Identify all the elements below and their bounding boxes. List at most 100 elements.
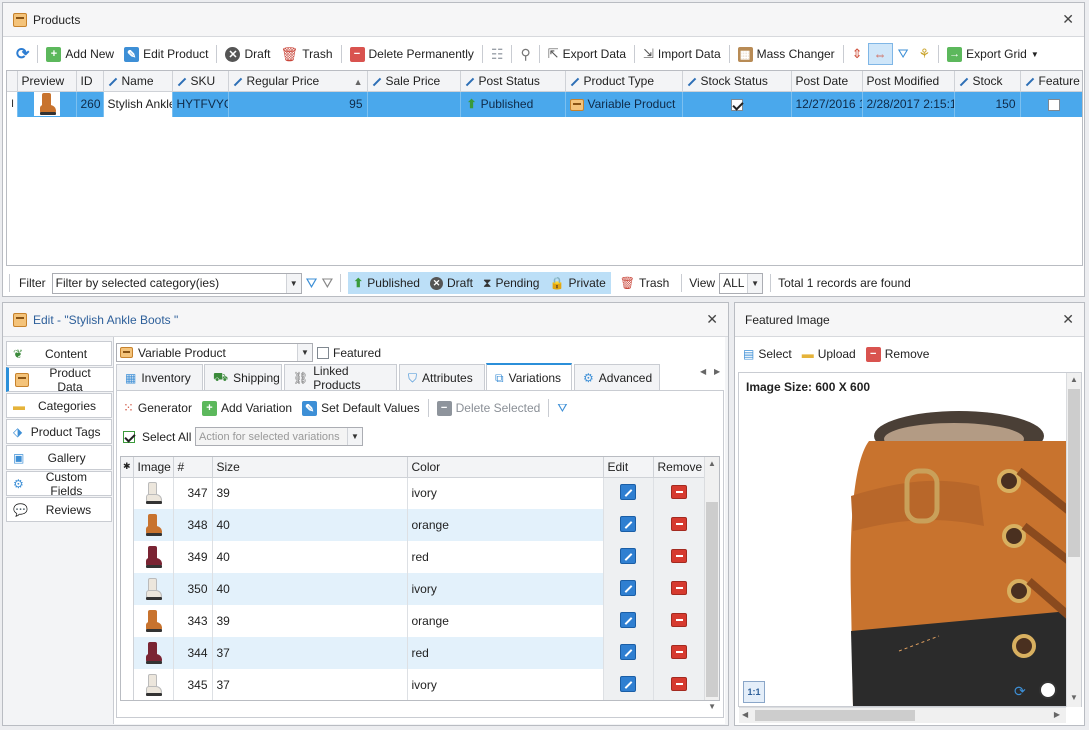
add-variation-button[interactable]: + Add Variation [197,397,297,419]
draft-button[interactable]: ✕ Draft [220,43,275,65]
columns-button[interactable]: ☷ [486,43,509,65]
remove-button[interactable] [671,644,687,659]
rotate-icon[interactable]: ⟳ [1014,683,1026,700]
regular-price-cell[interactable]: 95 [228,91,368,117]
filter-add-icon[interactable]: ⛛ [306,275,318,292]
edit-button[interactable] [620,515,636,532]
variation-color-cell[interactable]: ivory [407,573,604,605]
col-name[interactable]: Name [103,71,173,92]
featured-checkbox[interactable] [317,347,329,359]
sku-cell[interactable]: HYTFVYGB [172,91,229,117]
filter-button[interactable]: ⛛ [893,43,914,65]
remove-button[interactable] [671,516,687,531]
table-row[interactable]: 348 40 orange [121,509,706,541]
col-post-status[interactable]: Post Status [460,71,566,92]
side-tab-content[interactable]: ❦ Content [6,341,112,366]
stock-status-cell[interactable] [682,91,792,117]
variation-image-cell[interactable] [133,541,174,573]
view-select[interactable]: ALL ▼ [719,272,764,294]
name-cell[interactable]: Stylish Ankle I [103,91,173,117]
tab-advanced[interactable]: ⚙ Advanced [574,364,660,391]
edit-button[interactable] [620,611,636,628]
image-hscroll-thumb[interactable] [755,710,915,721]
col-number[interactable]: # [173,457,213,478]
refresh-button[interactable]: ⟳ [11,43,34,65]
import-data-button[interactable]: ⇲ Import Data [638,43,726,65]
trash-button[interactable]: 🗑 Trash [276,43,338,65]
table-row[interactable]: 350 40 ivory [121,573,706,605]
remove-image-button[interactable]: − Remove [861,343,935,365]
variation-color-cell[interactable]: red [407,637,604,669]
tab-attributes[interactable]: ⛉ Attributes [399,364,485,391]
preview-cell[interactable] [17,91,77,117]
remove-button[interactable] [671,676,687,691]
post-modified-cell[interactable]: 2/28/2017 2:15:1 [862,91,955,117]
variation-color-cell[interactable]: orange [407,605,604,637]
tab-scroll-left-icon[interactable]: ◀ [700,367,706,376]
edit-button[interactable] [620,547,636,564]
fit-width-button[interactable]: ⇔ [867,43,893,65]
variation-id-cell[interactable]: 344 [173,637,213,669]
table-row[interactable]: I 260 Stylish Ankle I HYTFVYGB 95 ⬆Publi… [7,91,1082,117]
remove-button[interactable] [671,484,687,499]
edit-button[interactable] [620,675,636,692]
col-stock-status[interactable]: Stock Status [682,71,792,92]
remove-button[interactable] [671,580,687,595]
col-featured[interactable]: Feature [1020,71,1082,92]
col-product-type[interactable]: Product Type [565,71,683,92]
variation-size-cell[interactable]: 39 [212,477,408,509]
post-status-cell[interactable]: ⬆ Published [460,91,566,117]
side-tab-gallery[interactable]: ▣ Gallery [6,445,112,470]
fit-height-button[interactable]: ⇕ [847,43,868,65]
delete-selected-button[interactable]: − Delete Selected [432,397,546,419]
scroll-up-icon[interactable]: ▲ [1070,375,1078,384]
tab-variations[interactable]: ⧉ Variations [486,363,572,391]
col-stock[interactable]: Stock [954,71,1021,92]
variation-color-cell[interactable]: ivory [407,477,604,509]
featured-image-close-icon[interactable]: ✕ [1062,312,1074,326]
scroll-right-icon[interactable]: ▶ [1054,710,1060,719]
tree-button[interactable]: ⚘ [914,43,936,65]
edit-button[interactable] [620,579,636,596]
edit-button[interactable] [620,483,636,500]
col-edit[interactable]: Edit [603,457,654,478]
tab-shipping[interactable]: ⛟ Shipping [204,364,282,391]
mass-changer-button[interactable]: ▦ Mass Changer [733,43,840,65]
side-tab-categories[interactable]: ▬ Categories [6,393,112,418]
variation-image-cell[interactable] [133,605,174,637]
col-size[interactable]: Size [212,457,408,478]
image-hscroll[interactable]: ◀ ▶ [739,707,1066,723]
filter-clear-icon[interactable]: ⛛ [321,275,333,292]
scroll-down-icon[interactable]: ▼ [708,702,716,711]
variation-color-cell[interactable]: ivory [407,669,604,700]
variations-scroll-thumb[interactable] [706,502,718,697]
variation-id-cell[interactable]: 345 [173,669,213,700]
variation-size-cell[interactable]: 40 [212,541,408,573]
col-image[interactable]: Image [133,457,174,478]
variation-id-cell[interactable]: 343 [173,605,213,637]
variation-size-cell[interactable]: 37 [212,669,408,700]
col-remove[interactable]: Remove [653,457,706,478]
id-cell[interactable]: 260 [76,91,104,117]
add-new-button[interactable]: + Add New [41,43,119,65]
edit-button[interactable] [620,643,636,660]
table-row[interactable]: 345 37 ivory [121,669,706,700]
variation-size-cell[interactable]: 37 [212,637,408,669]
image-vscroll[interactable]: ▲ ▼ [1066,373,1081,707]
variation-color-cell[interactable]: red [407,541,604,573]
bulk-action-select[interactable]: Action for selected variations ▼ [195,427,363,446]
export-data-button[interactable]: ⇱ Export Data [543,43,631,65]
select-all-checkbox[interactable] [123,431,135,443]
variation-image-cell[interactable] [133,573,174,605]
trash-filter-button[interactable]: 🗑 Trash [615,272,674,294]
remove-button[interactable] [671,548,687,563]
delete-permanently-button[interactable]: − Delete Permanently [345,43,479,65]
remove-button[interactable] [671,612,687,627]
variation-id-cell[interactable]: 347 [173,477,213,509]
search-button[interactable]: ⚲ [515,43,535,65]
published-filter-button[interactable]: ⬆ Published [348,272,425,294]
edit-product-button[interactable]: ✎ Edit Product [119,43,213,65]
scroll-left-icon[interactable]: ◀ [742,710,748,719]
variation-image-cell[interactable] [133,477,174,509]
tab-linked-products[interactable]: ⛓ Linked Products [284,364,397,392]
